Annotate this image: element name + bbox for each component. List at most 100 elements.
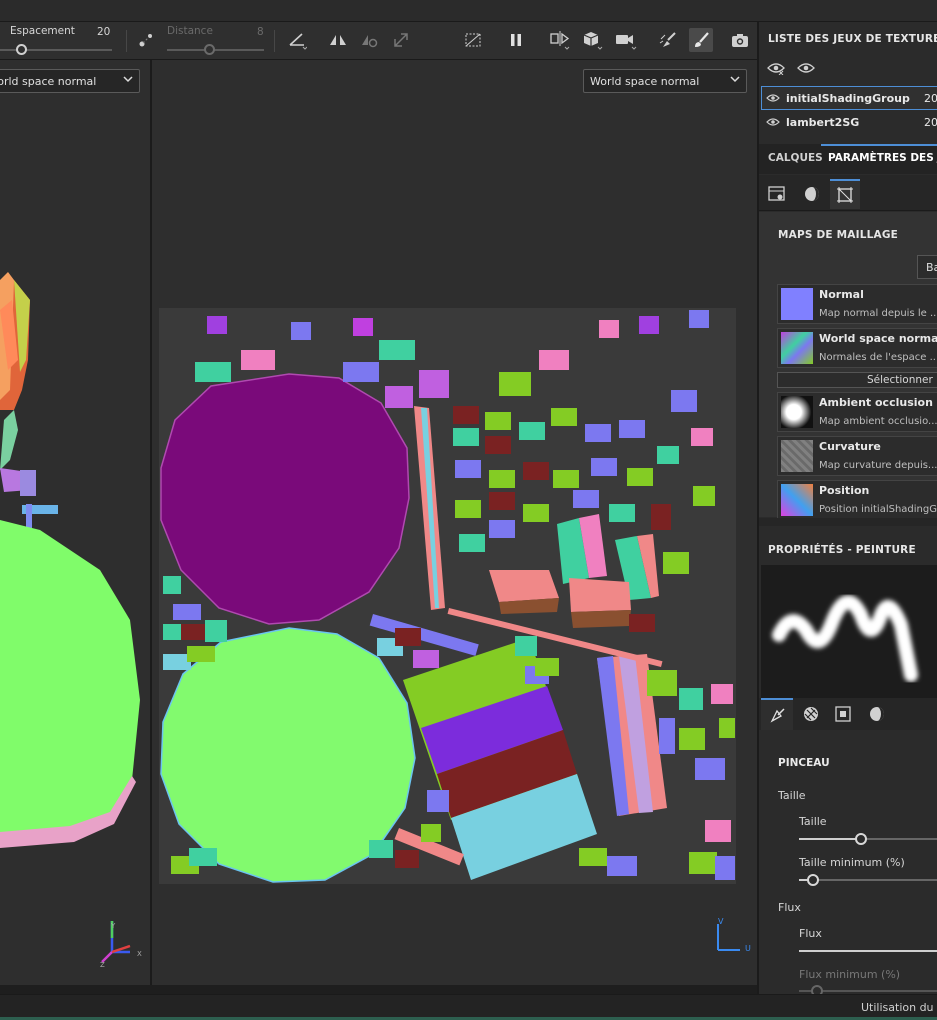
flow-group-label: Flux [778, 901, 801, 914]
ambient-occlusion-thumbnail [781, 396, 813, 428]
mirror-icon[interactable] [326, 28, 350, 52]
normal-map-thumbnail [781, 288, 813, 320]
spacing-slider-knob[interactable] [16, 44, 27, 55]
distance-slider-knob[interactable] [204, 44, 215, 55]
mesh-map-item[interactable]: Normal Map normal depuis le ...e [777, 284, 937, 324]
flow-min-label: Flux minimum (%) [799, 968, 901, 981]
texture-set-row[interactable]: lambert2SG 20 [761, 110, 937, 134]
transform-icon[interactable] [389, 28, 413, 52]
texture-set-resolution: 20 [924, 115, 937, 129]
size-slider-fill [799, 838, 861, 840]
mesh-map-title: Normal [819, 288, 864, 301]
material-sphere-icon[interactable] [861, 698, 893, 730]
camera-video-icon[interactable] [614, 28, 638, 52]
paint-properties-header: PROPRIÉTÉS - PEINTURE [768, 544, 916, 556]
brush-section-header: PINCEAU [778, 757, 830, 769]
mesh-map-description: Normales de l'espace ...e [819, 352, 937, 363]
lazy-mouse-icon[interactable] [134, 28, 158, 52]
axis-u-label: U [745, 944, 751, 953]
distance-slider[interactable] [167, 49, 264, 51]
viewport-2d-channel-value: World space normal [590, 75, 700, 88]
stencil-icon[interactable] [827, 698, 859, 730]
settings-list-icon[interactable] [762, 179, 792, 209]
axis-v-label: V [718, 917, 724, 926]
brush-property-tabs [759, 698, 937, 730]
spacing-value: 20 [97, 26, 111, 38]
flow-slider[interactable] [799, 950, 937, 952]
screenshot-camera-icon[interactable] [728, 28, 752, 52]
paint-brush-icon[interactable] [689, 28, 713, 52]
eye-icon[interactable] [797, 61, 815, 78]
flow-label: Flux [799, 927, 822, 940]
position-thumbnail [781, 484, 813, 516]
texture-set-resolution: 20 [924, 91, 937, 105]
axis-x-label: X [137, 950, 142, 958]
title-strip [0, 0, 937, 22]
mesh-maps-icon[interactable] [830, 179, 860, 209]
mesh-map-item[interactable]: Ambient occlusion Map ambient occlusio..… [777, 392, 937, 432]
texture-set-list-header: LISTE DES JEUX DE TEXTURES [768, 33, 937, 45]
distance-value: 8 [257, 26, 264, 38]
eye-icon[interactable] [766, 93, 780, 103]
size-label: Taille [799, 815, 827, 828]
active-tab-indicator [821, 144, 937, 146]
mirror-settings-icon[interactable] [357, 28, 381, 52]
viewport-2d[interactable]: World space normal V U [152, 60, 757, 985]
toolbar-separator [274, 30, 275, 52]
mesh-map-description: Map normal depuis le ...e [819, 308, 937, 319]
size-min-label: Taille minimum (%) [799, 856, 905, 869]
spacing-label: Espacement [10, 25, 75, 37]
params-subtabs [759, 175, 937, 211]
axis-y-label: Y [111, 922, 116, 930]
mesh-map-item[interactable]: World space normal Normales de l'espace … [777, 328, 937, 368]
occlusion-mask-icon[interactable] [461, 28, 485, 52]
display-3d-icon[interactable] [581, 28, 605, 52]
panel-tabs: CALQUES PARAMÈTRES DES JE [759, 144, 937, 174]
mesh-map-item[interactable]: Position Position initialShadingGro [777, 480, 937, 520]
tab-layers[interactable]: CALQUES [768, 152, 823, 164]
visibility-toggle-all-icon[interactable] [767, 61, 785, 78]
curvature-thumbnail [781, 440, 813, 472]
mesh-map-title: Position [819, 484, 870, 497]
horizontal-scrollbar[interactable] [759, 518, 937, 526]
viewport-3d[interactable]: World space normal Y X Z [0, 60, 150, 985]
uv-texture-map [159, 308, 736, 884]
mesh-map-title: Curvature [819, 440, 881, 453]
alpha-pattern-icon[interactable] [795, 698, 827, 730]
bake-button[interactable]: Ba [917, 255, 937, 279]
brush-stroke-preview [761, 565, 937, 698]
mesh-maps-section: MAPS DE MAILLAGE Ba Normal Map normal de… [759, 212, 937, 520]
bake-brush-icon[interactable] [656, 28, 680, 52]
mesh-map-description: Map curvature depuis... i [819, 460, 937, 471]
right-panel: LISTE DES JEUX DE TEXTURES initialShadin… [757, 22, 937, 994]
symmetry-line-icon[interactable] [285, 28, 309, 52]
mesh-map-description: Map ambient occlusio... in [819, 416, 937, 427]
texture-set-name: initialShadingGroup [786, 91, 910, 105]
brush-tip-icon[interactable] [761, 698, 793, 730]
toolbar-separator [126, 30, 127, 52]
size-group-label: Taille [778, 789, 806, 802]
size-slider-knob[interactable] [854, 833, 867, 845]
chevron-down-icon [730, 74, 740, 87]
mesh-map-title: World space normal [819, 332, 937, 345]
flow-min-slider-knob[interactable] [811, 985, 823, 994]
size-min-slider[interactable] [799, 879, 937, 881]
toolbar: Espacement 20 Distance 8 [0, 22, 757, 60]
mesh-map-title: Ambient occlusion [819, 396, 933, 409]
eye-icon[interactable] [766, 117, 780, 127]
texture-set-name: lambert2SG [786, 115, 860, 129]
size-min-slider-knob[interactable] [807, 874, 819, 886]
mesh-maps-header: MAPS DE MAILLAGE [778, 229, 899, 241]
material-sphere-icon[interactable] [797, 179, 827, 209]
texture-set-row[interactable]: initialShadingGroup 20 [761, 86, 937, 110]
split-view-icon[interactable] [548, 28, 572, 52]
select-map-button[interactable]: Sélectionner la [777, 372, 937, 388]
model-3d-render [0, 272, 140, 963]
tab-texture-set-params[interactable]: PARAMÈTRES DES JE [828, 152, 937, 164]
mesh-map-description: Position initialShadingGro [819, 504, 937, 515]
distance-label: Distance [167, 25, 213, 37]
viewport-2d-channel-dropdown[interactable]: World space normal [583, 69, 747, 93]
world-normal-thumbnail [781, 332, 813, 364]
pause-icon[interactable] [504, 28, 528, 52]
mesh-map-item[interactable]: Curvature Map curvature depuis... i [777, 436, 937, 476]
